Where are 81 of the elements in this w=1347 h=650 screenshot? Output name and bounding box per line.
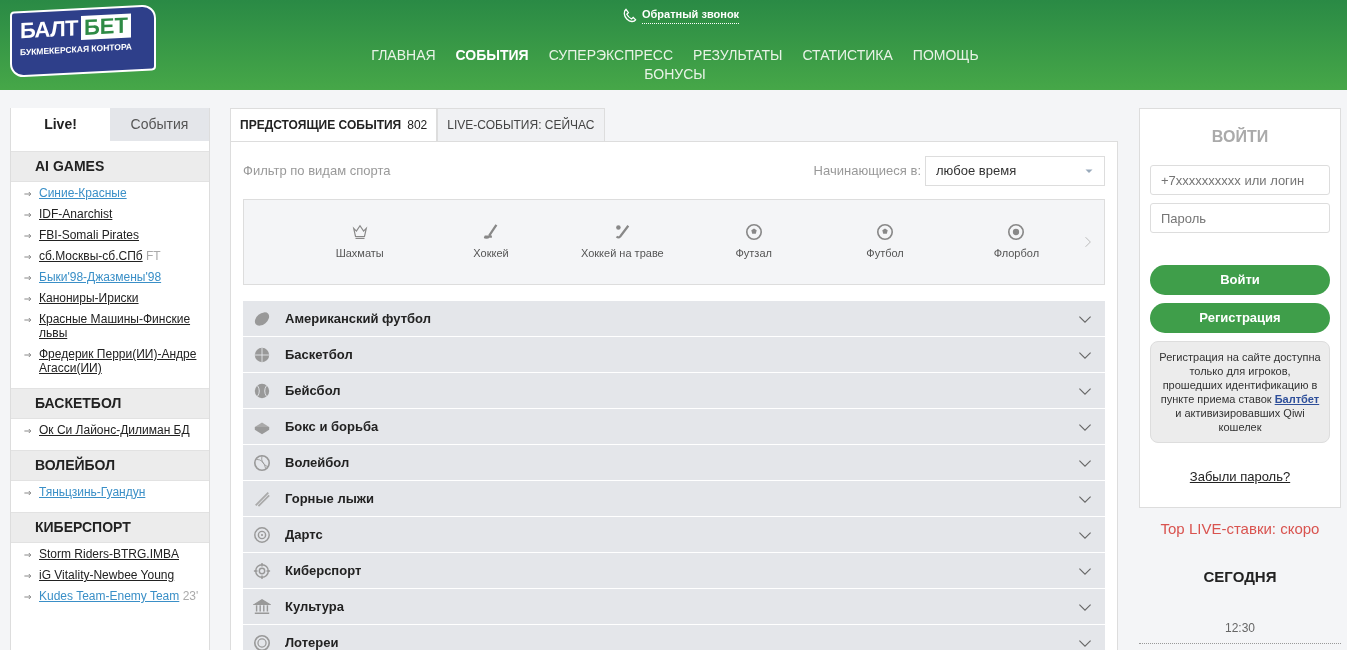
football-icon (253, 309, 271, 328)
arrow-icon (23, 232, 33, 240)
event-link[interactable]: Фредерик Перри(ИИ)-Андре Агасси(ИИ) (39, 347, 203, 375)
basketball-icon (253, 345, 271, 364)
arrow-icon (23, 274, 33, 282)
event-link[interactable]: IDF-Anarchist (39, 207, 113, 221)
event-link[interactable]: Тяньцзинь-Гуандун (39, 485, 146, 499)
time-label: 12:30 (1139, 618, 1341, 644)
arrow-icon (23, 572, 33, 580)
event-link[interactable]: Storm Riders-BTRG.IMBA (39, 547, 179, 561)
event-link[interactable]: Ок Си Лайонс-Дилиман БД (39, 423, 190, 437)
sport-row[interactable]: Киберспорт (243, 553, 1105, 589)
ball-icon (876, 222, 895, 241)
event-link[interactable]: Быки'98-Джазмены'98 (39, 270, 162, 284)
arrow-icon (23, 295, 33, 303)
arrow-icon (23, 489, 33, 497)
arrow-icon (23, 351, 33, 359)
sport-row[interactable]: Бокс и борьба (243, 409, 1105, 445)
baseball-icon (253, 381, 271, 400)
group-header: ВОЛЕЙБОЛ (11, 450, 209, 481)
filter-label: Фильтр по видам спорта (243, 162, 391, 181)
arrow-icon (23, 253, 33, 261)
event-link[interactable]: FBI-Somali Pirates (39, 228, 140, 242)
field-hockey-stick-icon (613, 222, 632, 241)
sport-filter[interactable]: Шахматы (294, 221, 426, 263)
building-icon (253, 597, 271, 616)
arrow-icon (23, 427, 33, 435)
sport-row[interactable]: Дартс (243, 517, 1105, 553)
sport-filter[interactable]: Хоккей на траве (556, 221, 689, 263)
logo-text: БЕТ (81, 13, 131, 41)
sport-row[interactable]: Горные лыжи (243, 481, 1105, 517)
ball-icon (744, 222, 763, 241)
event-link[interactable]: Красные Машины-Финские львы (39, 312, 203, 340)
event-link[interactable]: iG Vitality-Newbee Young (39, 568, 175, 582)
events-tab[interactable]: ПРЕДСТОЯЩИЕ СОБЫТИЯ 802 (230, 108, 438, 141)
arrow-icon (23, 551, 33, 559)
skis-icon (253, 489, 271, 508)
sidebar-tab[interactable]: События (110, 108, 209, 141)
arrow-icon (23, 211, 33, 219)
event-link[interactable]: Kudes Team-Enemy Team (39, 589, 180, 603)
sport-row[interactable]: Лотереи (243, 625, 1105, 650)
sport-row[interactable]: Американский футбол (243, 301, 1105, 337)
login-title: ВОЙТИ (1210, 126, 1270, 147)
today-heading: СЕГОДНЯ (1202, 567, 1278, 587)
start-time-label: Начинающиеся в: (813, 162, 921, 181)
ball-icon (1007, 222, 1026, 241)
group-header: AI GAMES (11, 151, 209, 182)
logo[interactable]: БАЛТ БЕТ БУКМЕКЕРСКАЯ КОНТОРА (10, 4, 156, 78)
sport-filter[interactable]: Футбол (819, 221, 951, 263)
sport-filter[interactable]: Футзал (688, 221, 820, 263)
info-text: Регистрация на сайте доступна только для игроков, прошедших идентификацию в пункте приема ставок Балтбет и активизировавших Qiwi кошелек (1150, 341, 1330, 443)
event-link[interactable]: Канониры-Ириски (39, 291, 139, 305)
time-select[interactable]: любое время (925, 156, 1105, 186)
login-field[interactable]: +7xxxxxxxxxx или логин (1150, 165, 1330, 195)
sport-row[interactable]: Бейсбол (243, 373, 1105, 409)
event-link[interactable]: сб.Москвы-сб.СПб (39, 249, 143, 263)
event-link[interactable]: Синие-Красные (39, 186, 127, 200)
hockey-stick-icon (482, 222, 500, 241)
arrow-icon (23, 190, 33, 198)
phone-icon (622, 6, 638, 23)
sport-row[interactable]: Баскетбол (243, 337, 1105, 373)
target-icon (253, 525, 271, 544)
callback-link[interactable]: Обратный звонок (642, 6, 740, 24)
crown-icon (350, 222, 369, 241)
sport-filter[interactable]: Хоккей (425, 221, 557, 263)
events-tab[interactable]: LIVE-СОБЫТИЯ: СЕЙЧАС (437, 108, 605, 141)
sport-row[interactable]: Культура (243, 589, 1105, 625)
forgot-password-link[interactable]: Забыли пароль? (1189, 469, 1291, 484)
group-header: БАСКЕТБОЛ (11, 388, 209, 419)
volleyball-icon (253, 453, 271, 472)
arrow-icon (23, 316, 33, 324)
arrow-icon (23, 593, 33, 601)
password-field[interactable]: Пароль (1150, 203, 1330, 233)
group-header: КИБЕРСПОРТ (11, 512, 209, 543)
sport-filter[interactable]: Флорбол (950, 221, 1083, 263)
event-status: FT (146, 249, 161, 263)
crosshair-icon (253, 561, 271, 580)
event-status: 23' (182, 589, 199, 603)
top-live-text: Top LIVE-ставки: скоро (1159, 518, 1321, 539)
sport-row[interactable]: Волейбол (243, 445, 1105, 481)
brand-link[interactable]: Балтбет (1274, 393, 1320, 405)
